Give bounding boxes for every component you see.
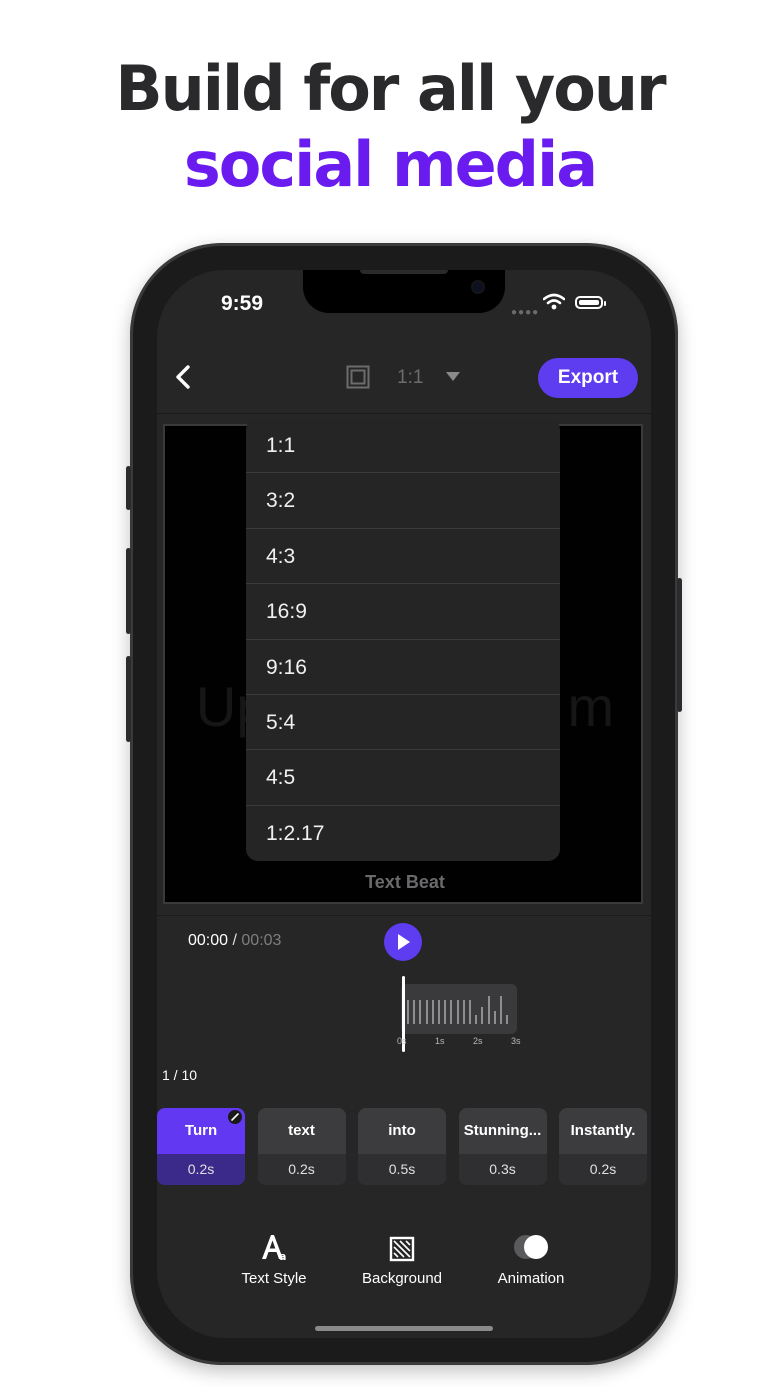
timeline-tick: 3s [511,1036,521,1046]
speaker [360,270,448,274]
svg-text:a: a [279,1250,286,1262]
word-duration: 0.2s [157,1154,245,1185]
timeline-tick: 0s [397,1036,407,1046]
ratio-option[interactable]: 16:9 [246,584,560,640]
timeline-tick: 2s [473,1036,483,1046]
text-style-tool[interactable]: a Text Style [219,1228,329,1287]
volume-up-button [126,548,131,634]
waveform-bar [456,1000,459,1024]
preview-divider [157,915,651,916]
text-style-icon: a [262,1235,286,1262]
ratio-option[interactable]: 3:2 [246,473,560,529]
background-label: Background [361,1270,443,1287]
caret-down-icon[interactable] [446,372,460,381]
total-duration: 00:03 [241,932,282,949]
waveform-bar [450,1000,453,1024]
ratio-option[interactable]: 9:16 [246,640,560,695]
waveform-bar [438,1000,440,1024]
waveform-bar [431,1000,434,1024]
ratio-selector[interactable]: 1:1 [397,367,423,389]
export-button[interactable]: Export [538,358,638,398]
waveform-bar [425,1000,428,1024]
waveform-bar [493,1011,496,1024]
ratio-option[interactable]: 5:4 [246,695,560,751]
word-card[interactable]: Turn 0.2s [157,1108,245,1185]
back-icon[interactable] [169,362,199,392]
status-time: 9:59 [221,292,264,315]
headline-line-2: social media [183,128,598,201]
home-indicator[interactable] [315,1326,493,1331]
camera [473,282,483,292]
battery-icon [575,296,606,309]
word-duration: 0.2s [257,1154,346,1185]
waveform-bar [481,1006,484,1024]
playback-time: 00:00 / 00:03 [188,932,281,950]
headline-line-1: Build for all your [115,52,666,125]
waveform-bar [419,1000,422,1024]
waveform-bar [487,996,490,1024]
edit-icon[interactable] [228,1110,242,1124]
background-tool[interactable]: Background [347,1228,457,1287]
mute-switch [126,466,131,510]
play-icon [398,934,410,950]
waveform-bar [462,1000,465,1024]
ratio-dropdown: 1:1 3:2 4:3 16:9 9:16 5:4 4:5 1:2.17 [246,418,560,861]
animation-tool[interactable]: Animation [476,1228,586,1287]
wifi-icon [543,293,565,310]
ratio-option[interactable]: 4:5 [246,750,560,806]
waveform-bar [444,1000,447,1024]
word-card[interactable]: Stunning... 0.3s [458,1108,547,1185]
brand-watermark: Text Beat [365,872,445,892]
word-card[interactable]: into 0.5s [358,1108,446,1185]
word-counter: 1 / 10 [162,1067,198,1083]
waveform-bar [506,1015,509,1024]
power-button [677,578,682,712]
word-label: Stunning... [463,1122,542,1139]
waveform-bar [469,1000,471,1024]
phone-screen: 9:59 ●●●● 1:1 Export Up m Text Beat 1:1 3:… [157,270,651,1338]
text-style-label: Text Style [241,1270,307,1287]
current-time: 00:00 [188,932,229,949]
notch [303,270,505,313]
waveform-bar [413,1000,416,1024]
ratio-option[interactable]: 1:2.17 [246,806,560,861]
word-label: text [288,1122,315,1139]
volume-down-button [126,656,131,742]
play-button[interactable] [384,923,422,961]
word-duration: 0.3s [458,1154,547,1185]
animation-label: Animation [497,1270,565,1287]
waveform-bar [500,996,502,1024]
toolbar-divider [157,413,651,414]
timeline-tick: 1s [435,1036,445,1046]
timeline-clip[interactable] [401,984,517,1034]
ratio-option[interactable]: 4:3 [246,529,560,585]
cellular-icon: ●●●● [511,307,540,318]
word-duration: 0.2s [559,1154,647,1185]
frame-icon[interactable] [346,365,370,389]
word-label: into [388,1122,416,1139]
background-icon [389,1236,415,1262]
animation-toggle-icon [514,1235,548,1259]
waveform-bar [475,1015,478,1024]
word-duration: 0.5s [358,1154,446,1185]
time-separator: / [232,932,237,949]
word-card[interactable]: Instantly. 0.2s [559,1108,647,1185]
word-label: Instantly. [570,1122,636,1139]
waveform-bar [407,1000,409,1024]
ratio-option[interactable]: 1:1 [246,418,560,474]
word-card[interactable]: text 0.2s [257,1108,346,1185]
